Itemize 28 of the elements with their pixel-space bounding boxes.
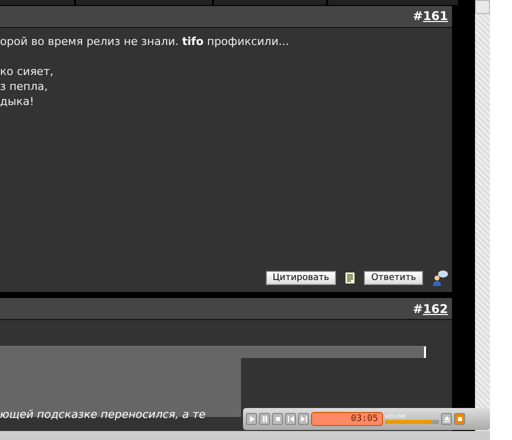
post-text: ко сияет,	[0, 64, 54, 79]
post-text: з пепла,	[0, 78, 49, 94]
post-link[interactable]: 162	[422, 302, 448, 316]
post-number: #162	[412, 302, 448, 316]
document-icon[interactable]	[344, 270, 356, 285]
quote-button[interactable]: Цитировать	[266, 270, 336, 285]
previous-button[interactable]	[285, 413, 296, 425]
reply-button[interactable]: Ответить	[364, 270, 423, 285]
play-button[interactable]	[246, 413, 257, 425]
post-link[interactable]: 161	[422, 9, 448, 24]
post-text: дыка!	[0, 94, 36, 109]
post-number: #161	[412, 9, 448, 24]
post-text: орой во время релиз не знали. tifo профиксили...	[0, 34, 290, 49]
eject-button[interactable]	[441, 413, 452, 425]
stop-button[interactable]	[272, 413, 283, 425]
user-chat-icon[interactable]	[431, 270, 449, 286]
next-button[interactable]	[298, 413, 309, 425]
pause-button[interactable]	[259, 413, 270, 425]
square-icon	[456, 416, 462, 422]
eject-icon	[444, 416, 450, 422]
pause-icon	[262, 416, 268, 422]
previous-icon	[288, 416, 294, 422]
scrollbar-thumb[interactable]	[475, 0, 490, 14]
quote-text: ющей подсказке переносился, а те	[0, 408, 207, 421]
menu-button[interactable]	[454, 413, 465, 425]
next-icon	[300, 416, 306, 422]
time-readout: 03:05	[350, 414, 378, 424]
stop-icon	[274, 416, 280, 422]
